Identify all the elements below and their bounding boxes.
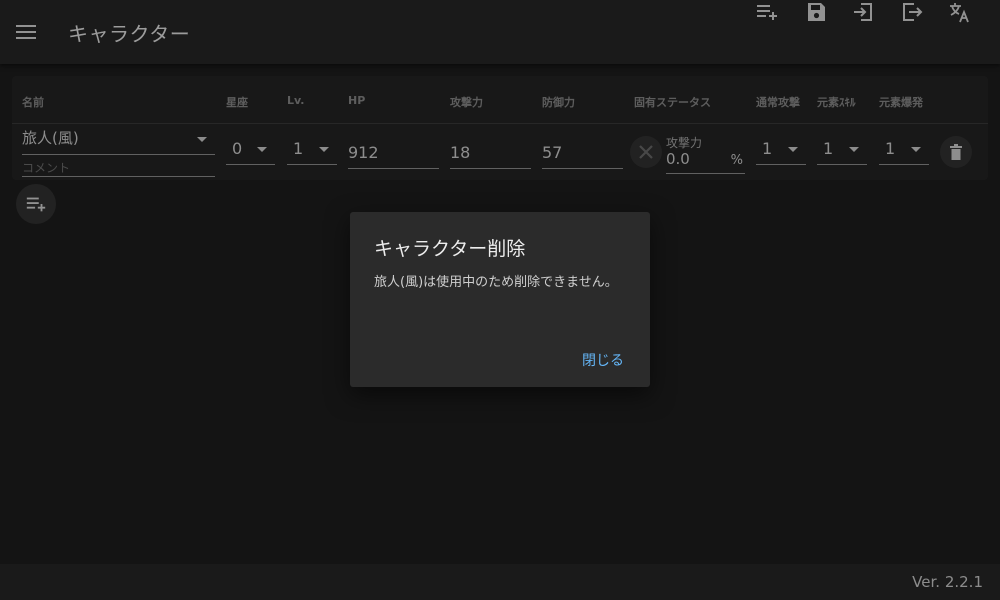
- dialog-message: 旅人(風)は使用中のため削除できません。: [374, 275, 618, 290]
- dialog-title: キャラクター削除: [374, 238, 526, 260]
- close-button[interactable]: 閉じる: [576, 348, 630, 372]
- delete-character-dialog: キャラクター削除 旅人(風)は使用中のため削除できません。 閉じる: [350, 212, 650, 387]
